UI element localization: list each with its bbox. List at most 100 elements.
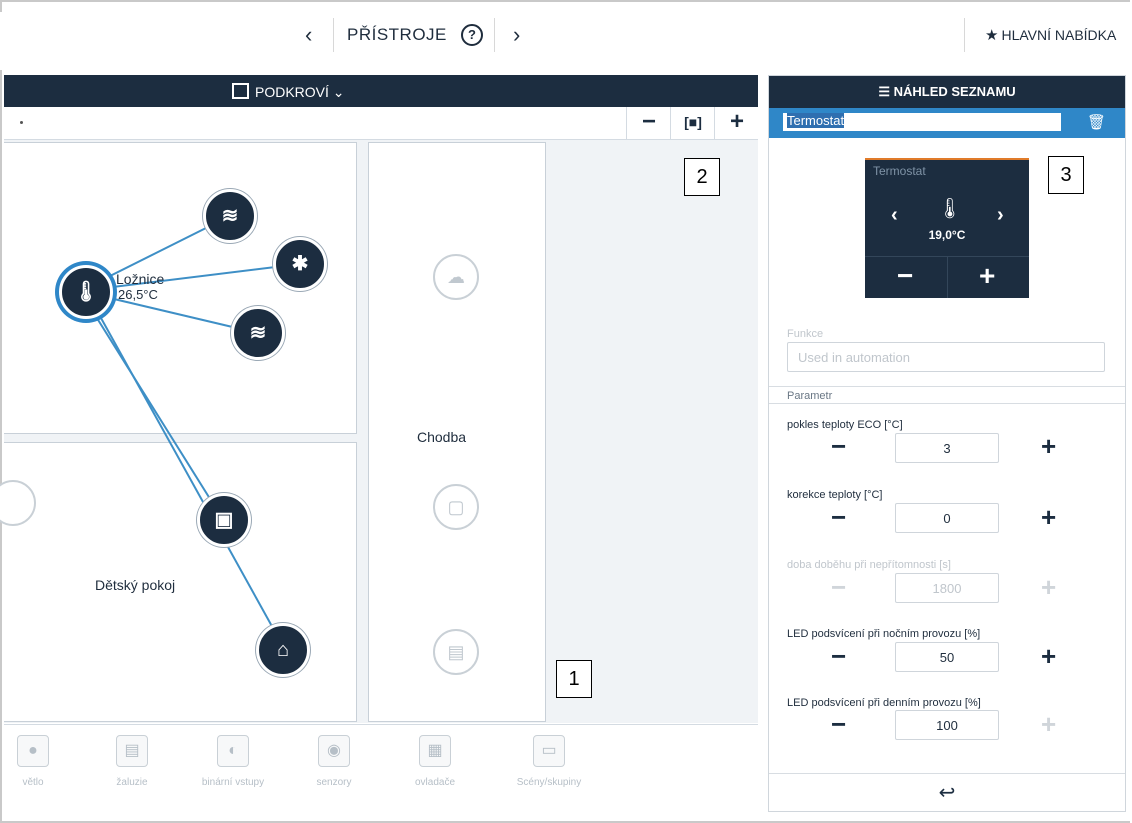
divider: [947, 256, 948, 298]
card-plus-button[interactable]: +: [979, 260, 995, 292]
decrement-button[interactable]: −: [831, 502, 846, 533]
room-temp-loznice: 26,5°C: [118, 287, 158, 302]
panel-header[interactable]: ☰ NÁHLED SEZNAMU: [769, 76, 1125, 108]
param-label: LED podsvícení při denním provozu [%]: [787, 697, 981, 709]
param-value-field: 1800: [895, 573, 999, 603]
category-label: senzory: [316, 777, 352, 788]
divider: [494, 18, 495, 52]
list-preview-panel: ☰ NÁHLED SEZNAMU Termostat 🗑 Termostat ‹…: [768, 75, 1126, 812]
room-label-loznice: Ložnice: [116, 271, 165, 287]
binary-input-icon: ◐: [217, 735, 249, 767]
device-name-row: Termostat 🗑: [769, 108, 1125, 138]
increment-button[interactable]: +: [1041, 431, 1056, 462]
category-controllers[interactable]: ▦ ovladače: [390, 735, 480, 788]
category-binary-inputs[interactable]: ◐ binární vstupy: [188, 735, 278, 788]
category-label: žaluzie: [116, 777, 148, 788]
room-label-chodba: Chodba: [417, 429, 467, 445]
controller-icon: ▦: [419, 735, 451, 767]
house-heating-device-icon[interactable]: ⌂: [256, 623, 310, 677]
chevron-left-icon[interactable]: ‹: [305, 22, 312, 48]
param-value-field[interactable]: 50: [895, 642, 999, 672]
scenes-icon: ▭: [533, 735, 565, 767]
heating-device-icon[interactable]: ≋: [231, 306, 285, 360]
param-label: LED podsvícení při nočním provozu [%]: [787, 628, 981, 640]
floor-dropdown[interactable]: PODKROVÍ ⌄: [232, 83, 345, 101]
thermostat-preview-card: Termostat ‹ 🌡 › 19,0°C − +: [865, 158, 1029, 298]
category-label: ovladače: [414, 777, 456, 788]
param-value-field[interactable]: 0: [895, 503, 999, 533]
back-button[interactable]: ↩: [769, 773, 1125, 812]
category-sensors[interactable]: ◉ senzory: [289, 735, 379, 788]
card-title: Termostat: [873, 164, 926, 178]
category-label: větlo: [22, 777, 44, 788]
increment-button: +: [1041, 709, 1057, 739]
increment-button[interactable]: +: [1041, 641, 1056, 672]
page-title: PŘÍSTROJE: [347, 25, 447, 44]
decrement-button[interactable]: −: [831, 709, 846, 740]
blinds-device-icon[interactable]: ▤: [433, 629, 479, 675]
star-icon: ★: [985, 27, 999, 44]
increment-button[interactable]: +: [1041, 502, 1056, 533]
param-label: pokles teploty ECO [°C]: [787, 419, 903, 431]
category-blinds[interactable]: ▤ žaluzie: [87, 735, 177, 788]
category-label: Scény/skupiny: [516, 777, 582, 788]
chevron-right-icon[interactable]: ›: [997, 204, 1004, 227]
divider: [333, 18, 334, 52]
param-value-field[interactable]: 100: [895, 710, 999, 740]
trash-icon[interactable]: 🗑: [1087, 113, 1106, 131]
floor-selector[interactable]: PODKROVÍ ⌄: [4, 75, 758, 107]
panel-header-label: NÁHLED SEZNAMU: [893, 84, 1016, 99]
param-value-field[interactable]: 3: [895, 433, 999, 463]
main-menu-button[interactable]: ★ HLAVNÍ NABÍDKA: [985, 26, 1116, 44]
category-scenes[interactable]: ▭ Scény/skupiny: [504, 735, 594, 788]
category-light[interactable]: ● větlo: [0, 735, 78, 788]
decrement-button: −: [831, 572, 847, 602]
list-icon: ☰: [878, 84, 890, 99]
blinds-icon: ▤: [116, 735, 148, 767]
sensor-icon: ◉: [318, 735, 350, 767]
back-arrow-icon: ↩: [938, 782, 956, 804]
zoom-toolbar: − [■] +: [4, 107, 758, 140]
floorplan-canvas[interactable]: Ložnice 26,5°C Chodba Dětský pokoj 🌡 ≋ ✱…: [0, 140, 758, 723]
callout-label: 1: [556, 660, 592, 698]
top-navigation: ‹ PŘÍSTROJE ? › ★ HLAVNÍ NABÍDKA: [0, 12, 1132, 70]
callout-label: 3: [1048, 156, 1084, 194]
thermometer-icon: 🌡: [937, 198, 963, 220]
decrement-button[interactable]: −: [831, 431, 846, 462]
chevron-left-icon[interactable]: ‹: [891, 204, 898, 227]
switch-icon[interactable]: ▢: [433, 484, 479, 530]
device-name-input[interactable]: Termostat: [783, 113, 1061, 131]
function-input[interactable]: Used in automation: [787, 342, 1105, 372]
floor-heating-device-icon[interactable]: ▣: [197, 493, 251, 547]
zoom-out-button[interactable]: −: [626, 107, 671, 139]
card-minus-button[interactable]: −: [897, 260, 913, 292]
heating-device-icon[interactable]: ≋: [203, 189, 257, 243]
floor-label: PODKROVÍ: [255, 84, 329, 100]
floorplan-icon: [232, 83, 249, 99]
thermostat-device-icon[interactable]: 🌡: [59, 265, 113, 319]
light-bulb-icon: ●: [17, 735, 49, 767]
param-label: doba doběhu při nepřítomnosti [s]: [787, 559, 951, 571]
chevron-right-icon[interactable]: ›: [513, 22, 520, 48]
heat-cool-device-icon[interactable]: ✱: [273, 237, 327, 291]
weather-icon[interactable]: ☁: [433, 254, 479, 300]
status-dot: [20, 121, 23, 124]
callout-label: 2: [684, 158, 720, 196]
room-label-detsky-pokoj: Dětský pokoj: [95, 577, 176, 593]
fit-screen-icon[interactable]: [■]: [670, 107, 715, 139]
card-temperature: 19,0°C: [928, 228, 966, 242]
question-circle-icon[interactable]: ?: [461, 24, 483, 46]
device-name-value: Termostat: [787, 113, 845, 128]
increment-button: +: [1041, 572, 1057, 602]
device-category-bar: ● větlo ▤ žaluzie ◐ binární vstupy ◉ senzory…: [4, 724, 758, 807]
category-label: binární vstupy: [201, 777, 265, 788]
decrement-button[interactable]: −: [831, 641, 846, 672]
function-placeholder: Used in automation: [798, 350, 911, 365]
divider: [964, 18, 965, 52]
param-label: korekce teploty [°C]: [787, 489, 883, 501]
main-menu-label: HLAVNÍ NABÍDKA: [1001, 27, 1117, 43]
parameter-section-header: Parametr: [769, 386, 1125, 404]
function-label: Funkce: [787, 328, 824, 340]
zoom-in-button[interactable]: +: [714, 107, 759, 139]
connection-lines: [79, 215, 301, 649]
